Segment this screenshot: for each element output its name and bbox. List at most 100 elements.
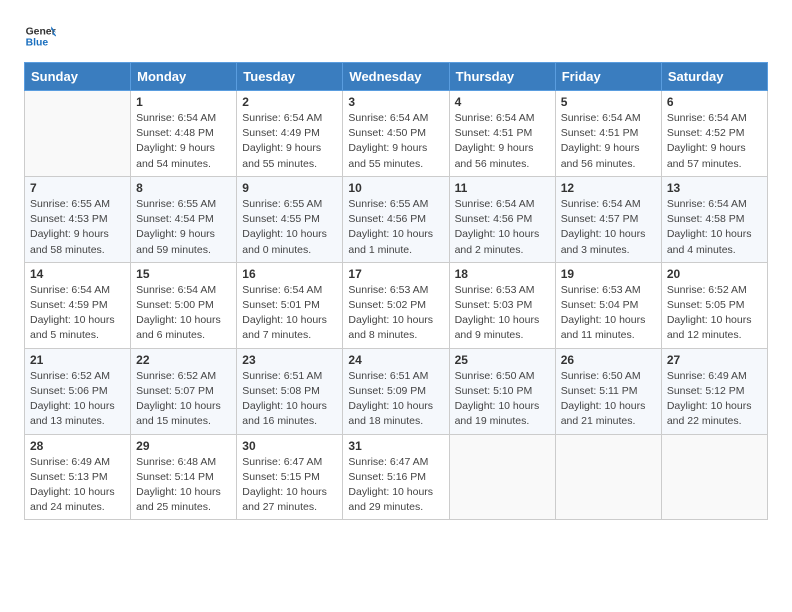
day-number: 21 xyxy=(30,353,125,367)
calendar-cell: 2 Sunrise: 6:54 AM Sunset: 4:49 PM Daylig… xyxy=(237,91,343,177)
day-number: 7 xyxy=(30,181,125,195)
calendar-cell: 16 Sunrise: 6:54 AM Sunset: 5:01 PM Dayli… xyxy=(237,262,343,348)
day-number: 6 xyxy=(667,95,762,109)
day-info: Sunrise: 6:54 AM Sunset: 4:48 PM Dayligh… xyxy=(136,111,231,172)
header: General Blue xyxy=(24,20,768,52)
day-number: 8 xyxy=(136,181,231,195)
day-info: Sunrise: 6:54 AM Sunset: 4:51 PM Dayligh… xyxy=(561,111,656,172)
day-number: 12 xyxy=(561,181,656,195)
calendar-cell xyxy=(555,434,661,520)
calendar-cell: 26 Sunrise: 6:50 AM Sunset: 5:11 PM Dayli… xyxy=(555,348,661,434)
day-info: Sunrise: 6:48 AM Sunset: 5:14 PM Dayligh… xyxy=(136,455,231,516)
day-number: 14 xyxy=(30,267,125,281)
calendar-cell: 18 Sunrise: 6:53 AM Sunset: 5:03 PM Dayli… xyxy=(449,262,555,348)
day-number: 10 xyxy=(348,181,443,195)
calendar-header-cell: Saturday xyxy=(661,63,767,91)
day-info: Sunrise: 6:53 AM Sunset: 5:03 PM Dayligh… xyxy=(455,283,550,344)
calendar-cell xyxy=(449,434,555,520)
day-number: 27 xyxy=(667,353,762,367)
day-info: Sunrise: 6:53 AM Sunset: 5:02 PM Dayligh… xyxy=(348,283,443,344)
calendar-week-row: 14 Sunrise: 6:54 AM Sunset: 4:59 PM Dayli… xyxy=(25,262,768,348)
calendar-cell: 27 Sunrise: 6:49 AM Sunset: 5:12 PM Dayli… xyxy=(661,348,767,434)
day-number: 9 xyxy=(242,181,337,195)
calendar-cell: 12 Sunrise: 6:54 AM Sunset: 4:57 PM Dayli… xyxy=(555,176,661,262)
day-info: Sunrise: 6:47 AM Sunset: 5:16 PM Dayligh… xyxy=(348,455,443,516)
calendar-cell: 14 Sunrise: 6:54 AM Sunset: 4:59 PM Dayli… xyxy=(25,262,131,348)
calendar-cell: 13 Sunrise: 6:54 AM Sunset: 4:58 PM Dayli… xyxy=(661,176,767,262)
calendar-cell: 30Sunrise: 6:47 AM Sunset: 5:15 PM Dayli… xyxy=(237,434,343,520)
day-number: 20 xyxy=(667,267,762,281)
calendar-cell xyxy=(25,91,131,177)
calendar-cell: 4 Sunrise: 6:54 AM Sunset: 4:51 PM Daylig… xyxy=(449,91,555,177)
calendar-week-row: 7 Sunrise: 6:55 AM Sunset: 4:53 PM Daylig… xyxy=(25,176,768,262)
day-info: Sunrise: 6:52 AM Sunset: 5:06 PM Dayligh… xyxy=(30,369,125,430)
calendar-cell: 1 Sunrise: 6:54 AM Sunset: 4:48 PM Daylig… xyxy=(131,91,237,177)
day-info: Sunrise: 6:54 AM Sunset: 4:59 PM Dayligh… xyxy=(30,283,125,344)
day-number: 29 xyxy=(136,439,231,453)
calendar-cell: 24 Sunrise: 6:51 AM Sunset: 5:09 PM Dayli… xyxy=(343,348,449,434)
day-info: Sunrise: 6:54 AM Sunset: 5:00 PM Dayligh… xyxy=(136,283,231,344)
day-number: 31 xyxy=(348,439,443,453)
day-info: Sunrise: 6:55 AM Sunset: 4:53 PM Dayligh… xyxy=(30,197,125,258)
day-number: 30 xyxy=(242,439,337,453)
calendar-header-cell: Friday xyxy=(555,63,661,91)
day-number: 22 xyxy=(136,353,231,367)
day-info: Sunrise: 6:55 AM Sunset: 4:56 PM Dayligh… xyxy=(348,197,443,258)
day-info: Sunrise: 6:51 AM Sunset: 5:09 PM Dayligh… xyxy=(348,369,443,430)
day-info: Sunrise: 6:54 AM Sunset: 4:57 PM Dayligh… xyxy=(561,197,656,258)
day-info: Sunrise: 6:54 AM Sunset: 4:51 PM Dayligh… xyxy=(455,111,550,172)
calendar-cell: 25Sunrise: 6:50 AM Sunset: 5:10 PM Dayli… xyxy=(449,348,555,434)
day-info: Sunrise: 6:52 AM Sunset: 5:07 PM Dayligh… xyxy=(136,369,231,430)
calendar-cell: 28 Sunrise: 6:49 AM Sunset: 5:13 PM Dayli… xyxy=(25,434,131,520)
day-number: 19 xyxy=(561,267,656,281)
day-info: Sunrise: 6:54 AM Sunset: 4:56 PM Dayligh… xyxy=(455,197,550,258)
day-info: Sunrise: 6:52 AM Sunset: 5:05 PM Dayligh… xyxy=(667,283,762,344)
calendar-cell: 31 Sunrise: 6:47 AM Sunset: 5:16 PM Dayli… xyxy=(343,434,449,520)
day-info: Sunrise: 6:49 AM Sunset: 5:12 PM Dayligh… xyxy=(667,369,762,430)
day-number: 26 xyxy=(561,353,656,367)
day-number: 25 xyxy=(455,353,550,367)
logo-icon: General Blue xyxy=(24,20,56,52)
calendar-cell: 3Sunrise: 6:54 AM Sunset: 4:50 PM Daylig… xyxy=(343,91,449,177)
day-number: 23 xyxy=(242,353,337,367)
day-info: Sunrise: 6:55 AM Sunset: 4:55 PM Dayligh… xyxy=(242,197,337,258)
calendar-cell: 19 Sunrise: 6:53 AM Sunset: 5:04 PM Dayli… xyxy=(555,262,661,348)
calendar-header-row: SundayMondayTuesdayWednesdayThursdayFrid… xyxy=(25,63,768,91)
day-info: Sunrise: 6:54 AM Sunset: 5:01 PM Dayligh… xyxy=(242,283,337,344)
day-info: Sunrise: 6:50 AM Sunset: 5:11 PM Dayligh… xyxy=(561,369,656,430)
day-number: 4 xyxy=(455,95,550,109)
calendar-cell: 21 Sunrise: 6:52 AM Sunset: 5:06 PM Dayli… xyxy=(25,348,131,434)
day-number: 1 xyxy=(136,95,231,109)
day-number: 24 xyxy=(348,353,443,367)
calendar-cell: 10 Sunrise: 6:55 AM Sunset: 4:56 PM Dayli… xyxy=(343,176,449,262)
day-number: 11 xyxy=(455,181,550,195)
day-number: 13 xyxy=(667,181,762,195)
calendar-cell: 15 Sunrise: 6:54 AM Sunset: 5:00 PM Dayli… xyxy=(131,262,237,348)
calendar-cell: 5 Sunrise: 6:54 AM Sunset: 4:51 PM Daylig… xyxy=(555,91,661,177)
calendar-cell: 8 Sunrise: 6:55 AM Sunset: 4:54 PM Daylig… xyxy=(131,176,237,262)
day-number: 17 xyxy=(348,267,443,281)
calendar-cell: 11 Sunrise: 6:54 AM Sunset: 4:56 PM Dayli… xyxy=(449,176,555,262)
calendar-cell: 23Sunrise: 6:51 AM Sunset: 5:08 PM Dayli… xyxy=(237,348,343,434)
calendar-cell: 17 Sunrise: 6:53 AM Sunset: 5:02 PM Dayli… xyxy=(343,262,449,348)
svg-text:Blue: Blue xyxy=(26,38,49,49)
day-info: Sunrise: 6:54 AM Sunset: 4:52 PM Dayligh… xyxy=(667,111,762,172)
day-number: 2 xyxy=(242,95,337,109)
day-number: 15 xyxy=(136,267,231,281)
day-info: Sunrise: 6:54 AM Sunset: 4:58 PM Dayligh… xyxy=(667,197,762,258)
calendar-header-cell: Thursday xyxy=(449,63,555,91)
calendar-cell: 9 Sunrise: 6:55 AM Sunset: 4:55 PM Daylig… xyxy=(237,176,343,262)
calendar-header-cell: Monday xyxy=(131,63,237,91)
logo: General Blue xyxy=(24,20,56,52)
day-number: 16 xyxy=(242,267,337,281)
day-info: Sunrise: 6:54 AM Sunset: 4:49 PM Dayligh… xyxy=(242,111,337,172)
calendar-header-cell: Tuesday xyxy=(237,63,343,91)
day-number: 28 xyxy=(30,439,125,453)
calendar-cell xyxy=(661,434,767,520)
day-info: Sunrise: 6:53 AM Sunset: 5:04 PM Dayligh… xyxy=(561,283,656,344)
calendar-cell: 6 Sunrise: 6:54 AM Sunset: 4:52 PM Daylig… xyxy=(661,91,767,177)
day-number: 18 xyxy=(455,267,550,281)
day-info: Sunrise: 6:49 AM Sunset: 5:13 PM Dayligh… xyxy=(30,455,125,516)
day-number: 5 xyxy=(561,95,656,109)
day-info: Sunrise: 6:55 AM Sunset: 4:54 PM Dayligh… xyxy=(136,197,231,258)
